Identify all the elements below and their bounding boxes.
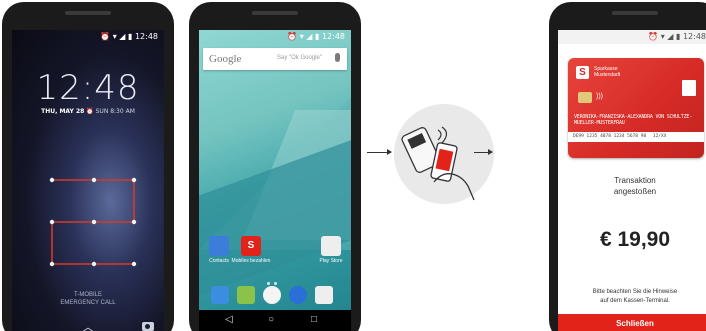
home-screen-phone: ⏰ ▾ ◢ ▮ 12:48 Google Say "Ok Google" Con…	[189, 2, 361, 331]
status-line-2: angestoßen	[613, 187, 657, 196]
hand-phone-terminal-icon	[401, 126, 475, 201]
pattern-dot[interactable]	[131, 219, 137, 225]
pattern-dot[interactable]	[91, 261, 97, 267]
browser-icon[interactable]	[289, 286, 307, 304]
lock-screen: ⏰ ▾ ◢ ▮ 12:48 12:48 THU, MAY 28 ⏰ SUN 8:…	[12, 30, 164, 331]
sparkasse-payment-icon: S	[241, 236, 261, 256]
status-bar: ⏰ ▾ ◢ ▮ 12:48	[558, 30, 706, 44]
pattern-dot[interactable]	[49, 219, 55, 225]
search-hint: Say "Ok Google"	[277, 55, 322, 61]
phone-speaker	[612, 11, 658, 15]
hint-line-1: Bitte beachten Sie die Hinweise	[592, 289, 678, 295]
microphone-icon[interactable]	[335, 53, 340, 62]
signal-icon: ◢	[306, 32, 313, 41]
signal-icon: ◢	[667, 32, 674, 41]
alarm-clock-icon: ⏰	[86, 108, 94, 115]
alarm-icon: ⏰	[648, 32, 659, 41]
card-expiry: 12/XX	[652, 134, 667, 139]
pattern-dot[interactable]	[49, 261, 55, 267]
wifi-icon: ▾	[299, 32, 304, 41]
status-line-1: Transaktion	[614, 176, 656, 185]
arrow-right-icon	[367, 149, 392, 155]
back-icon[interactable]: ◁	[225, 314, 233, 325]
pattern-dot[interactable]	[91, 219, 97, 225]
play-store-icon	[321, 236, 341, 256]
transaction-status: Transaktion angestoßen	[558, 175, 706, 197]
contactless-icon: )))	[596, 93, 603, 100]
wifi-icon: ▾	[112, 32, 117, 41]
lock-date-text: THU, MAY 28	[41, 108, 85, 115]
pattern-dot[interactable]	[91, 177, 97, 183]
signal-icon: ◢	[119, 32, 126, 41]
app-mobiles-bezahlen[interactable]: S Mobiles bezahlen	[231, 236, 271, 264]
google-search-bar[interactable]: Google Say "Ok Google"	[203, 48, 347, 70]
pattern-dot[interactable]	[131, 261, 137, 267]
battery-icon: ▮	[314, 32, 320, 41]
app-drawer-icon[interactable]	[263, 286, 281, 304]
messaging-app-icon[interactable]	[237, 286, 255, 304]
app-dock	[199, 284, 351, 310]
battery-icon: ▮	[127, 32, 133, 41]
emergency-call-button[interactable]: EMERGENCY CALL	[12, 300, 164, 306]
wifi-icon: ▾	[660, 32, 665, 41]
camera-icon[interactable]	[142, 322, 154, 331]
carrier-label: T-MOBILE	[73, 292, 102, 298]
nfc-waves	[437, 126, 448, 144]
contacts-icon	[209, 236, 229, 256]
alarm-icon: ⏰	[287, 32, 298, 41]
sparkasse-logo-icon: S	[576, 66, 589, 79]
digital-card: S Sparkasse Musterstadt ))) VERONIKA-FRA…	[568, 58, 704, 158]
phone-app-icon[interactable]	[211, 286, 229, 304]
lock-clock: 12:48	[36, 68, 140, 108]
status-bar: ⏰ ▾ ◢ ▮ 12:48	[12, 30, 164, 44]
payment-amount: € 19,90	[599, 228, 671, 251]
unlock-pattern[interactable]	[12, 140, 164, 280]
payment-screen-phone: ⏰ ▾ ◢ ▮ 12:48 S Sparkasse Musterstadt ))…	[549, 2, 706, 331]
home-screen: ⏰ ▾ ◢ ▮ 12:48 Google Say "Ok Google" Con…	[199, 30, 351, 331]
card-bank-line2: Musterstadt	[594, 72, 621, 78]
close-button[interactable]: Schließen	[558, 314, 706, 331]
battery-icon: ▮	[675, 32, 681, 41]
hint-line-2: auf dem Kassen-Terminal.	[600, 298, 670, 304]
alarm-icon: ⏰	[100, 32, 111, 41]
app-play-store[interactable]: Play Store	[311, 236, 351, 264]
status-time: 12:48	[682, 32, 706, 41]
card-network-logo-icon	[682, 80, 696, 96]
payment-screen: ⏰ ▾ ◢ ▮ 12:48 S Sparkasse Musterstadt ))…	[558, 30, 706, 331]
pattern-dot[interactable]	[131, 177, 137, 183]
google-logo: Google	[209, 53, 242, 65]
card-bank-name: Sparkasse Musterstadt	[594, 66, 620, 78]
lock-alarm-text: SUN 8:30 AM	[95, 108, 135, 115]
status-time: 12:48	[321, 32, 345, 41]
card-holder-name: VERONIKA-FRANZISKA-ALEXANDRA VON SCHULTZ…	[574, 114, 693, 126]
pattern-dot[interactable]	[49, 177, 55, 183]
status-time: 12:48	[134, 32, 158, 41]
card-number-strip: DE99 1235 4078 1234 5678 90 12/XX	[568, 132, 704, 142]
card-number: DE99 1235 4078 1234 5678 90	[573, 134, 647, 139]
app-label: Play Store	[319, 258, 343, 264]
product-showcase: ⏰ ▾ ◢ ▮ 12:48 12:48 THU, MAY 28 ⏰ SUN 8:…	[0, 0, 706, 331]
arrow-right-icon	[474, 149, 493, 155]
status-bar: ⏰ ▾ ◢ ▮ 12:48	[199, 30, 351, 44]
camera-app-icon[interactable]	[315, 286, 333, 304]
terminal-hint: Bitte beachten Sie die Hinweise auf dem …	[558, 288, 706, 306]
home-icon[interactable]: ○	[268, 314, 274, 325]
lock-date: THU, MAY 28 ⏰ SUN 8:30 AM	[12, 108, 164, 115]
phone-speaker	[252, 11, 298, 15]
recents-icon[interactable]: □	[311, 314, 317, 325]
lock-screen-phone: ⏰ ▾ ◢ ▮ 12:48 12:48 THU, MAY 28 ⏰ SUN 8:…	[2, 2, 174, 331]
app-label: Mobiles bezahlen	[231, 258, 271, 264]
chevron-up-icon[interactable]: ︿	[82, 318, 94, 331]
card-chip-icon	[578, 92, 592, 103]
nfc-payment-illustration	[394, 104, 494, 204]
phone-speaker	[65, 11, 111, 15]
navigation-bar: ◁ ○ □	[199, 310, 351, 331]
